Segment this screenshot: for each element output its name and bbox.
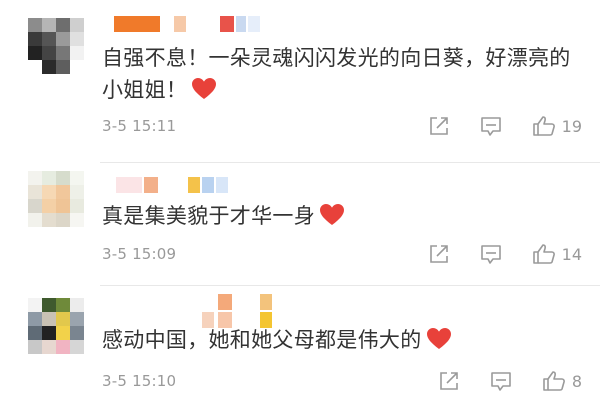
share-button[interactable] bbox=[428, 243, 450, 265]
share-icon bbox=[429, 245, 448, 263]
like-button[interactable]: 19 bbox=[532, 115, 582, 137]
comment-item: 真是集美貌于才华一身 3-5 15:09 14 bbox=[0, 163, 600, 286]
share-icon bbox=[429, 117, 448, 135]
like-count: 14 bbox=[561, 244, 582, 264]
reply-button[interactable] bbox=[480, 115, 502, 137]
comment-meta: 3-5 15:11 19 bbox=[102, 113, 582, 139]
thumbs-up-icon bbox=[532, 244, 555, 264]
timestamp: 3-5 15:09 bbox=[102, 245, 177, 263]
comment-meta: 3-5 15:10 8 bbox=[102, 368, 582, 394]
like-count: 8 bbox=[571, 371, 582, 391]
comment-reply-icon bbox=[491, 372, 511, 391]
comment-body: 感动中国，她和她父母都是伟大的 bbox=[102, 328, 422, 352]
like-button[interactable]: 8 bbox=[542, 370, 582, 392]
avatar[interactable] bbox=[28, 298, 84, 354]
comment-text: 真是集美貌于才华一身 bbox=[102, 200, 572, 232]
avatar[interactable] bbox=[28, 18, 84, 74]
username-blurred[interactable] bbox=[102, 177, 232, 195]
comment-actions: 19 bbox=[398, 115, 582, 137]
comment-actions: 8 bbox=[408, 370, 582, 392]
like-count: 19 bbox=[561, 116, 582, 136]
comment-item: 感动中国，她和她父母都是伟大的 3-5 15:10 8 bbox=[0, 286, 600, 405]
username-blurred[interactable] bbox=[102, 294, 282, 328]
share-icon bbox=[440, 372, 458, 390]
comment-reply-icon bbox=[480, 117, 501, 136]
share-button[interactable] bbox=[428, 115, 450, 137]
username-blurred[interactable] bbox=[102, 16, 272, 34]
red-heart-emoji bbox=[426, 328, 451, 349]
comment-item: 自强不息！一朵灵魂闪闪发光的向日葵，好漂亮的小姐姐！ 3-5 15:11 19 bbox=[0, 0, 600, 163]
timestamp: 3-5 15:11 bbox=[102, 117, 177, 135]
thumbs-up-icon bbox=[543, 371, 565, 391]
reply-button[interactable] bbox=[480, 243, 502, 265]
comment-feed: 自强不息！一朵灵魂闪闪发光的向日葵，好漂亮的小姐姐！ 3-5 15:11 19 bbox=[0, 0, 600, 405]
red-heart-emoji bbox=[320, 204, 344, 225]
reply-button[interactable] bbox=[490, 370, 512, 392]
comment-text: 感动中国，她和她父母都是伟大的 bbox=[102, 324, 572, 356]
avatar[interactable] bbox=[28, 171, 84, 227]
comment-reply-icon bbox=[480, 245, 501, 264]
share-button[interactable] bbox=[438, 370, 460, 392]
like-button[interactable]: 14 bbox=[532, 243, 582, 265]
thumbs-up-icon bbox=[532, 116, 555, 136]
comment-body: 真是集美貌于才华一身 bbox=[102, 204, 315, 228]
comment-actions: 14 bbox=[398, 243, 582, 265]
timestamp: 3-5 15:10 bbox=[102, 372, 177, 390]
comment-text: 自强不息！一朵灵魂闪闪发光的向日葵，好漂亮的小姐姐！ bbox=[102, 42, 572, 106]
comment-body: 自强不息！一朵灵魂闪闪发光的向日葵，好漂亮的小姐姐！ bbox=[102, 46, 571, 102]
red-heart-emoji bbox=[192, 78, 217, 99]
comment-meta: 3-5 15:09 14 bbox=[102, 241, 582, 267]
